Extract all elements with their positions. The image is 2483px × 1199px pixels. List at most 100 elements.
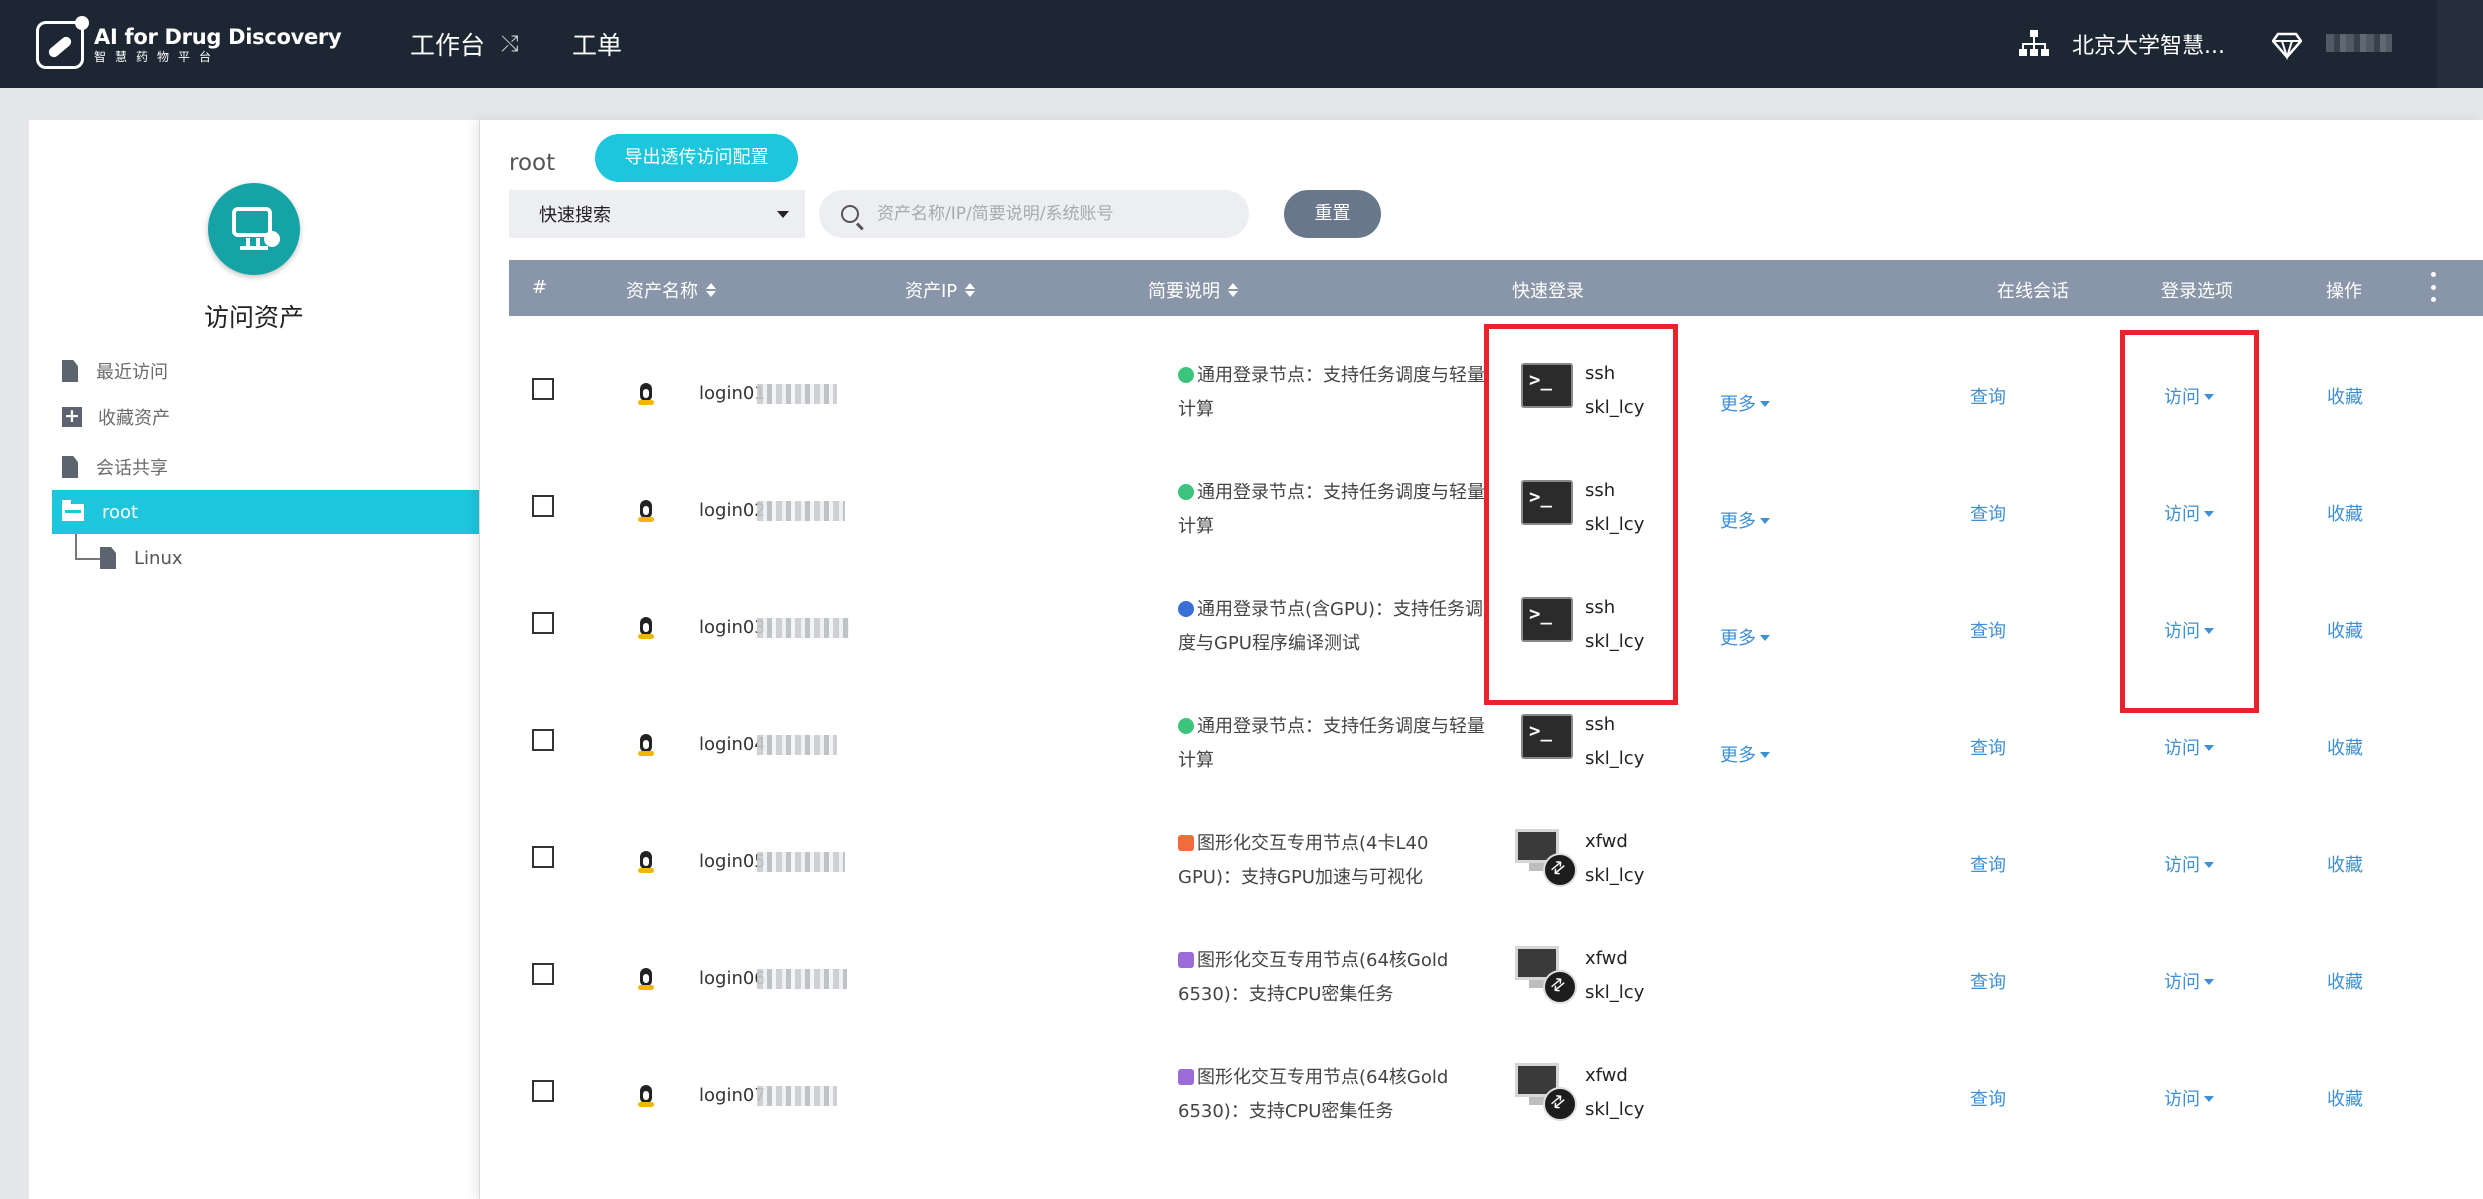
nav-workorder-label: 工单 [572,31,623,60]
col-description[interactable]: 简要说明 [1148,277,1238,303]
sidebar-item-recent[interactable]: 最近访问 [62,358,168,384]
document-icon [62,360,78,382]
linux-penguin-icon [637,500,655,522]
row-checkbox[interactable] [532,1080,554,1102]
more-dropdown[interactable]: 更多 [1720,624,1770,650]
breadcrumb: root [509,150,556,176]
login-protocol: xfwd [1585,948,1628,969]
quick-login-entry[interactable]: xfwd skl_lcy [1585,942,1644,1010]
terminal-icon[interactable] [1521,714,1573,759]
search-box[interactable] [819,190,1249,238]
row-checkbox[interactable] [532,378,554,400]
diamond-icon[interactable] [2272,30,2302,60]
favorite-link[interactable]: 收藏 [2327,1085,2363,1111]
reset-button[interactable]: 重置 [1284,190,1381,238]
plus-square-icon: + [62,407,82,427]
quick-login-entry[interactable]: ssh skl_lcy [1585,708,1644,776]
col-index: # [532,277,548,298]
asset-ip-blurred [757,735,837,755]
session-query-link[interactable]: 查询 [1970,734,2006,760]
row-checkbox[interactable] [532,729,554,751]
more-dropdown[interactable]: 更多 [1720,741,1770,767]
chevron-down-icon [1760,635,1770,641]
brand-subtitle: 智慧药物平台 [94,50,221,64]
session-query-link[interactable]: 查询 [1970,383,2006,409]
session-query-link[interactable]: 查询 [1970,1085,2006,1111]
brand-logo[interactable]: AI for Drug Discovery 智慧药物平台 [36,16,342,70]
sidebar-item-session-share[interactable]: 会话共享 [62,454,168,480]
quick-search-select[interactable]: 快速搜索 [509,190,805,238]
row-checkbox[interactable] [532,963,554,985]
row-checkbox[interactable] [532,495,554,517]
nav-workorder[interactable]: 工单 [572,26,622,62]
asset-sidebar: 访问资产 最近访问 + 收藏资产 会话共享 root Linux [29,120,479,1199]
table-row: login07 图形化交互专用节点(64核Gold 6530)：支持CPU密集任… [509,1040,2483,1157]
favorite-link[interactable]: 收藏 [2327,851,2363,877]
sidebar-item-favorites[interactable]: + 收藏资产 [62,404,170,430]
col-asset-ip[interactable]: 资产IP [905,277,976,303]
sort-icon[interactable] [706,283,716,297]
highlight-quick-login [1484,324,1678,705]
chevron-down-icon [2204,979,2214,985]
tree-node-root[interactable]: root [52,490,479,534]
favorite-link[interactable]: 收藏 [2327,617,2363,643]
more-dropdown[interactable]: 更多 [1720,390,1770,416]
col-login-options: 登录选项 [2161,281,2233,302]
access-dropdown[interactable]: 访问 [2164,851,2214,877]
favorite-link[interactable]: 收藏 [2327,500,2363,526]
chevron-down-icon [2204,1096,2214,1102]
access-dropdown[interactable]: 访问 [2164,734,2214,760]
brand-title: AI for Drug Discovery [94,25,342,49]
access-dropdown[interactable]: 访问 [2164,968,2214,994]
session-query-link[interactable]: 查询 [1970,500,2006,526]
favorite-link[interactable]: 收藏 [2327,383,2363,409]
session-query-link[interactable]: 查询 [1970,617,2006,643]
favorite-link[interactable]: 收藏 [2327,968,2363,994]
search-input[interactable] [875,203,1239,225]
asset-name: login07 [699,1085,766,1106]
login-account: skl_lcy [1585,748,1645,769]
remote-desktop-icon[interactable] [1515,1063,1577,1121]
sort-icon[interactable] [1228,283,1238,297]
tree-node-linux[interactable]: Linux [100,547,183,569]
tree-connector [75,534,101,560]
green-dot-icon [1178,367,1194,383]
quick-login-entry[interactable]: xfwd skl_lcy [1585,1059,1644,1127]
org-switcher[interactable]: 北京大学智慧... [2018,28,2225,60]
asset-name: login01 [699,383,766,404]
nav-workbench[interactable]: 工作台 ⤭ [410,26,519,62]
table-row: login06 图形化交互专用节点(64核Gold 6530)：支持CPU密集任… [509,923,2483,1040]
quick-search-value: 快速搜索 [539,205,611,226]
session-query-link[interactable]: 查询 [1970,851,2006,877]
column-menu-icon[interactable] [2431,272,2437,302]
row-checkbox[interactable] [532,612,554,634]
session-query-link[interactable]: 查询 [1970,968,2006,994]
shuffle-icon[interactable]: ⤭ [501,32,519,57]
asset-name: login04 [699,734,766,755]
asset-name: login05 [699,851,766,872]
asset-ip-blurred [757,618,849,638]
document-icon [62,456,78,478]
tree-node-label: Linux [134,547,183,569]
top-right-strip [2437,0,2483,88]
row-checkbox[interactable] [532,846,554,868]
chevron-down-icon [1760,752,1770,758]
remote-desktop-icon[interactable] [1515,946,1577,1004]
quick-login-entry[interactable]: xfwd skl_lcy [1585,825,1644,893]
org-name: 北京大学智慧... [2072,34,2225,59]
export-config-button[interactable]: 导出透传访问配置 [595,134,798,182]
sort-icon[interactable] [965,283,976,297]
asset-description: 图形化交互专用节点(64核Gold 6530)：支持CPU密集任务 [1178,950,1449,1005]
remote-desktop-icon[interactable] [1515,829,1577,887]
asset-main-panel: root 导出透传访问配置 快速搜索 重置 # 资产名称 资产IP 简要说明 快… [480,120,2483,1199]
asset-description: 通用登录节点(含GPU)：支持任务调度与GPU程序编译测试 [1178,599,1484,654]
favorite-link[interactable]: 收藏 [2327,734,2363,760]
access-dropdown[interactable]: 访问 [2164,1085,2214,1111]
col-actions: 操作 [2326,281,2362,302]
linux-penguin-icon [637,968,655,990]
purple-square-icon [1178,1069,1194,1085]
col-asset-name[interactable]: 资产名称 [626,277,716,303]
tree-node-label: root [102,501,139,523]
more-dropdown[interactable]: 更多 [1720,507,1770,533]
user-avatar-blurred[interactable] [2326,34,2392,52]
